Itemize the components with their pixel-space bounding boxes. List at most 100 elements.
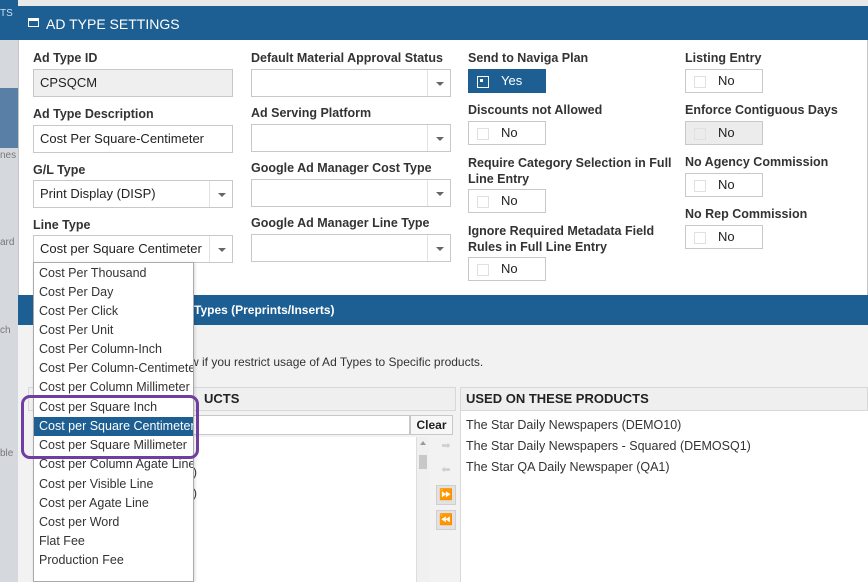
discounts-not-allowed-toggle[interactable]: No bbox=[468, 121, 546, 145]
no-rep-commission-label: No Rep Commission bbox=[685, 207, 808, 221]
ad-serving-platform-label: Ad Serving Platform bbox=[251, 106, 372, 120]
ignore-required-metadata-toggle[interactable]: No bbox=[468, 257, 546, 281]
clear-button[interactable]: Clear bbox=[410, 415, 453, 435]
gam-line-type-select[interactable] bbox=[251, 234, 451, 262]
add-one-button[interactable]: ➡ bbox=[436, 437, 456, 457]
dropdown-option[interactable]: Flat Fee bbox=[34, 532, 193, 551]
send-to-naviga-plan-label: Send to Naviga Plan bbox=[468, 51, 589, 65]
ad-serving-platform-select[interactable] bbox=[251, 124, 451, 152]
background-block bbox=[0, 88, 18, 148]
dropdown-option[interactable]: Cost per Square Millimeter bbox=[34, 436, 193, 455]
toggle-value: No bbox=[718, 229, 735, 244]
remove-all-button[interactable]: ⏪ bbox=[436, 510, 456, 530]
dropdown-option[interactable]: Cost Per Thousand bbox=[34, 264, 193, 283]
no-agency-commission-label: No Agency Commission bbox=[685, 155, 829, 169]
listing-entry-label: Listing Entry bbox=[685, 51, 762, 65]
background-fragment: TS bbox=[0, 8, 13, 19]
available-products-header-text: UCTS bbox=[204, 391, 240, 406]
dropdown-option[interactable]: Cost per Column Millimeter bbox=[34, 378, 193, 397]
require-category-selection-label: Require Category Selection in Full Line … bbox=[468, 156, 672, 186]
scrollbar-thumb[interactable] bbox=[419, 455, 427, 469]
checkbox-icon bbox=[477, 128, 489, 140]
checkbox-icon bbox=[694, 180, 706, 192]
panel-header: AD TYPE SETTINGS bbox=[18, 6, 868, 40]
remove-one-button[interactable]: ⬅ bbox=[436, 461, 456, 481]
toggle-value: No bbox=[718, 125, 735, 140]
checkbox-icon bbox=[694, 232, 706, 244]
no-rep-commission-toggle[interactable]: No bbox=[685, 225, 763, 249]
line-type-value: Cost per Square Centimeter bbox=[40, 241, 202, 256]
dropdown-option[interactable]: Cost per Agate Line bbox=[34, 494, 193, 513]
line-type-dropdown-list[interactable]: Cost Per Thousand Cost Per Day Cost Per … bbox=[33, 262, 194, 582]
default-material-approval-status-label: Default Material Approval Status bbox=[251, 51, 443, 65]
product-search-input[interactable] bbox=[190, 415, 410, 435]
toggle-value: No bbox=[501, 125, 518, 140]
checkbox-icon bbox=[694, 76, 706, 88]
available-products-scrollbar[interactable] bbox=[416, 437, 429, 582]
no-agency-commission-toggle[interactable]: No bbox=[685, 173, 763, 197]
chevron-down-icon[interactable] bbox=[427, 180, 450, 206]
background-header-bar bbox=[0, 0, 18, 40]
toggle-value: No bbox=[501, 261, 518, 276]
ad-type-description-label: Ad Type Description bbox=[33, 107, 154, 121]
gam-line-type-label: Google Ad Manager Line Type bbox=[251, 216, 430, 230]
ad-type-description-field[interactable]: Cost Per Square-Centimeter bbox=[33, 125, 233, 153]
section-hint-text: w if you restrict usage of Ad Types to S… bbox=[190, 355, 484, 369]
toggle-value: No bbox=[501, 193, 518, 208]
ad-type-id-field[interactable]: CPSQCM bbox=[33, 69, 233, 97]
chevron-down-icon[interactable] bbox=[427, 125, 450, 151]
add-all-button[interactable]: ⏩ bbox=[436, 485, 456, 505]
gam-cost-type-select[interactable] bbox=[251, 179, 451, 207]
send-to-naviga-plan-toggle[interactable]: Yes bbox=[468, 69, 546, 93]
line-type-label: Line Type bbox=[33, 218, 91, 232]
checkbox-icon bbox=[694, 128, 706, 140]
gl-type-select[interactable]: Print Display (DISP) bbox=[33, 180, 233, 208]
default-material-approval-status-select[interactable] bbox=[251, 69, 451, 97]
require-category-selection-toggle[interactable]: No bbox=[468, 189, 546, 213]
dropdown-option[interactable]: Cost Per Day bbox=[34, 283, 193, 302]
list-item[interactable]: The Star Daily Newspapers - Squared (DEM… bbox=[466, 439, 751, 453]
scroll-up-icon[interactable] bbox=[420, 441, 426, 445]
checkbox-icon bbox=[477, 76, 489, 88]
background-fragment: ard bbox=[0, 237, 15, 248]
dropdown-option[interactable]: Cost Per Column-Inch bbox=[34, 340, 193, 359]
discounts-not-allowed-label: Discounts not Allowed bbox=[468, 103, 603, 117]
checkbox-icon bbox=[477, 196, 489, 208]
panel-title: AD TYPE SETTINGS bbox=[46, 16, 180, 32]
dropdown-option[interactable]: Cost Per Column-Centimeter bbox=[34, 359, 193, 378]
dropdown-option[interactable]: Cost Per Unit bbox=[34, 321, 193, 340]
dropdown-option[interactable]: Production Fee bbox=[34, 551, 193, 570]
available-products-list[interactable] bbox=[190, 437, 416, 582]
listing-entry-toggle[interactable]: No bbox=[685, 69, 763, 93]
gl-type-label: G/L Type bbox=[33, 163, 86, 177]
chevron-down-icon[interactable] bbox=[427, 235, 450, 261]
window-icon bbox=[28, 18, 39, 27]
dropdown-option[interactable]: Cost per Visible Line bbox=[34, 475, 193, 494]
chevron-down-icon[interactable] bbox=[209, 181, 232, 207]
checkbox-icon bbox=[477, 264, 489, 276]
used-products-list[interactable]: The Star Daily Newspapers (DEMO10) The S… bbox=[460, 411, 868, 582]
toggle-value: No bbox=[718, 73, 735, 88]
chevron-down-icon[interactable] bbox=[427, 70, 450, 96]
background-app-strip: TS nes ard ch ble bbox=[0, 0, 18, 582]
list-item[interactable]: The Star QA Daily Newspaper (QA1) bbox=[466, 460, 670, 474]
list-item[interactable]: The Star Daily Newspapers (DEMO10) bbox=[466, 418, 681, 432]
background-fragment: nes bbox=[0, 150, 17, 161]
used-products-header-text: USED ON THESE PRODUCTS bbox=[466, 391, 649, 406]
dropdown-option[interactable]: Cost per Column Agate Line bbox=[34, 455, 193, 474]
dropdown-option-selected[interactable]: Cost per Square Centimeter bbox=[34, 417, 193, 436]
dropdown-option[interactable]: Cost Per Click bbox=[34, 302, 193, 321]
toggle-value: No bbox=[718, 177, 735, 192]
used-products-header: USED ON THESE PRODUCTS bbox=[460, 387, 868, 411]
background-fragment: ch bbox=[0, 325, 11, 336]
dropdown-option[interactable]: Cost per Word bbox=[34, 513, 193, 532]
gam-cost-type-label: Google Ad Manager Cost Type bbox=[251, 161, 432, 175]
enforce-contiguous-days-toggle[interactable]: No bbox=[685, 121, 763, 145]
line-type-select[interactable]: Cost per Square Centimeter bbox=[33, 235, 233, 263]
ignore-required-metadata-label: Ignore Required Metadata Field Rules in … bbox=[468, 224, 655, 254]
ad-type-id-label: Ad Type ID bbox=[33, 51, 98, 65]
background-fragment: ble bbox=[0, 448, 14, 459]
section-title: Types (Preprints/Inserts) bbox=[194, 303, 335, 317]
chevron-down-icon[interactable] bbox=[209, 236, 232, 262]
dropdown-option[interactable]: Cost per Square Inch bbox=[34, 398, 193, 417]
